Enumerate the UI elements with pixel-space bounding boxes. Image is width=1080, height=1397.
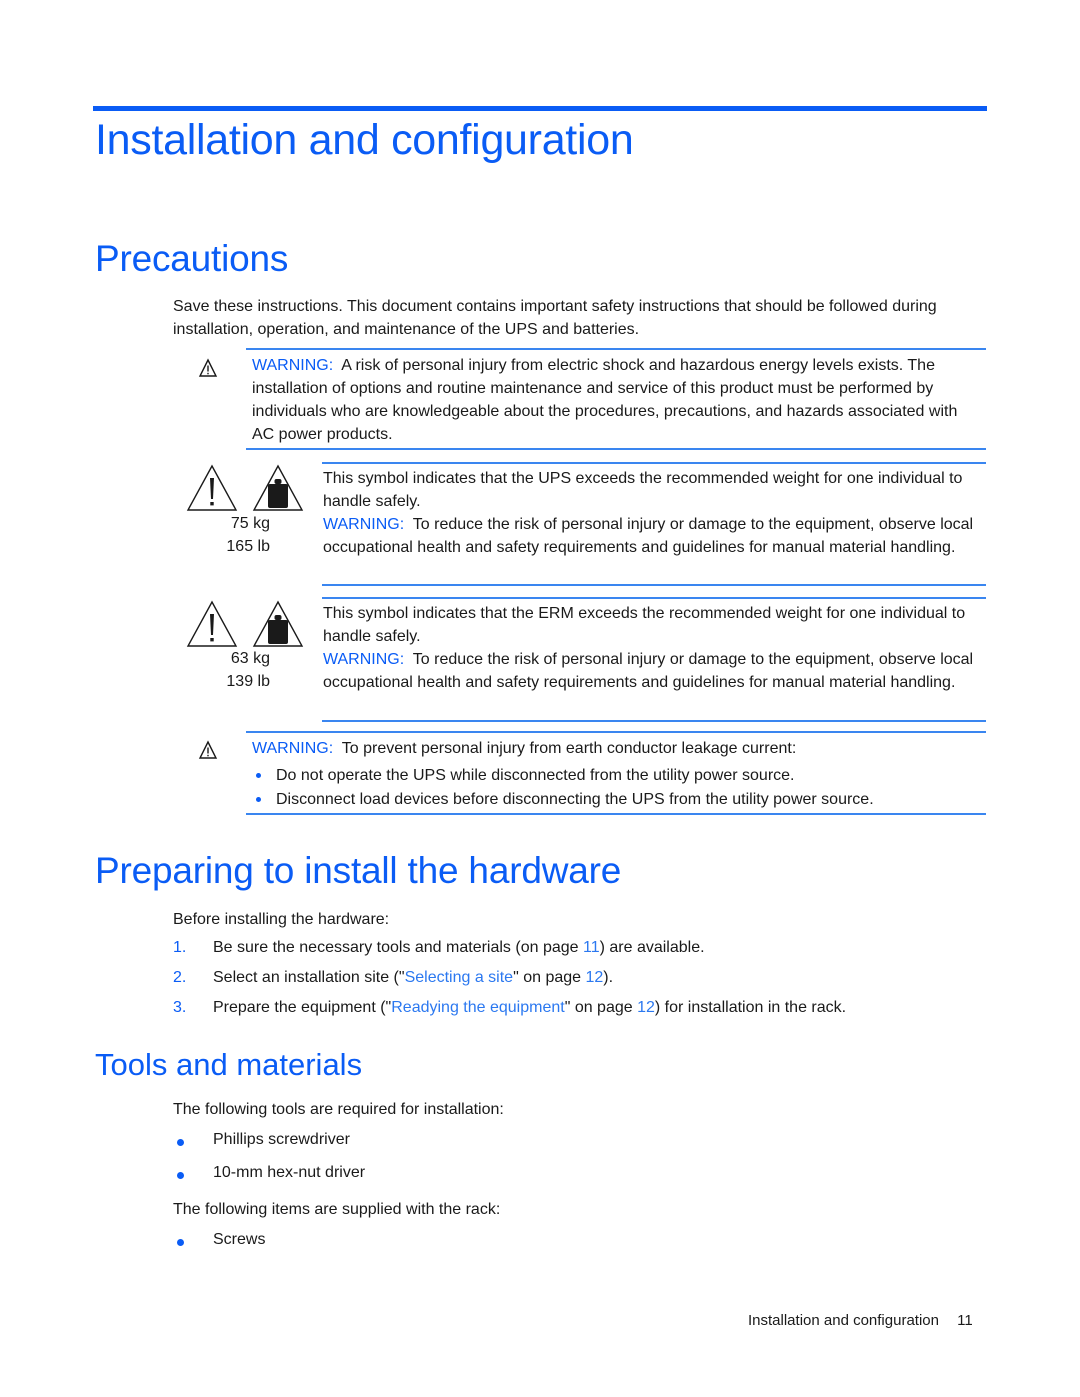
- list-item: Phillips screwdriver: [213, 1131, 350, 1148]
- tools-supplied-intro: The following items are supplied with th…: [173, 1201, 501, 1218]
- weight-lb: 139 lb: [226, 673, 270, 690]
- weight-triangle-icon: [252, 600, 304, 647]
- list-item: Screws: [213, 1231, 266, 1248]
- list-item: Disconnect load devices before disconnec…: [276, 791, 874, 808]
- step-number: 2.: [173, 969, 187, 986]
- step-number: 3.: [173, 999, 187, 1016]
- weight-triangle-icon: [252, 464, 304, 511]
- step-text: Be sure the necessary tools and material…: [213, 939, 583, 956]
- footer: Installation and configuration 11: [748, 1312, 973, 1329]
- rule: [246, 731, 986, 733]
- step-text: ) for installation in the rack.: [654, 999, 847, 1016]
- page-link[interactable]: 12: [585, 969, 603, 986]
- warning-text: To prevent personal injury from earth co…: [341, 740, 797, 757]
- preparing-heading: Preparing to install the hardware: [95, 850, 622, 891]
- tools-heading: Tools and materials: [95, 1047, 363, 1082]
- rule: [246, 448, 986, 450]
- step-text: Prepare the equipment (": [213, 999, 392, 1016]
- tools-required-intro: The following tools are required for ins…: [173, 1101, 504, 1118]
- weight-block-erm: This symbol indicates that the ERM excee…: [323, 602, 983, 694]
- warning-text: A risk of personal injury from electric …: [252, 357, 958, 443]
- weight-warning-icons: [186, 600, 304, 647]
- precautions-intro: Save these instructions. This document c…: [173, 298, 937, 338]
- symbol-text: This symbol indicates that the UPS excee…: [323, 470, 963, 510]
- readying-the-equipment-link[interactable]: Readying the equipment: [391, 999, 564, 1016]
- bullet-icon: [256, 797, 261, 802]
- rule: [322, 584, 986, 586]
- list-item: Do not operate the UPS while disconnecte…: [276, 767, 795, 784]
- step-text: Select an installation site (": [213, 969, 405, 986]
- page-title: Installation and configuration: [95, 116, 634, 164]
- step-text: ) are available.: [599, 939, 705, 956]
- page-link[interactable]: 12: [637, 999, 655, 1016]
- step-text: " on page: [564, 999, 638, 1016]
- warning-block-1: WARNING: A risk of personal injury from …: [252, 354, 982, 446]
- preparing-intro: Before installing the hardware:: [173, 911, 390, 928]
- symbol-text: This symbol indicates that the ERM excee…: [323, 605, 966, 645]
- top-rule: [93, 106, 987, 111]
- warning-triangle-icon: [198, 740, 218, 759]
- step-item: 3. Prepare the equipment ("Readying the …: [0, 999, 1080, 1023]
- warning-text: To reduce the risk of personal injury or…: [323, 516, 974, 556]
- warning-label: WARNING:: [323, 651, 405, 668]
- rule: [246, 348, 986, 350]
- selecting-a-site-link[interactable]: Selecting a site: [405, 969, 514, 986]
- bullet-icon: [177, 1239, 184, 1246]
- bullet-icon: [177, 1139, 184, 1146]
- weight-lb: 165 lb: [226, 538, 270, 555]
- weight-block-ups: This symbol indicates that the UPS excee…: [323, 467, 983, 559]
- rule: [246, 813, 986, 815]
- bullet-icon: [256, 773, 261, 778]
- warning-label: WARNING:: [323, 516, 405, 533]
- step-number: 1.: [173, 939, 187, 956]
- page-link[interactable]: 11: [583, 939, 600, 956]
- warning-text: To reduce the risk of personal injury or…: [323, 651, 974, 691]
- step-text: ).: [603, 969, 614, 986]
- weight-kg: 75 kg: [230, 515, 270, 532]
- exclamation-triangle-icon: [186, 464, 238, 511]
- step-item: 2. Select an installation site ("Selecti…: [0, 969, 1080, 993]
- warning-label: WARNING:: [252, 357, 334, 374]
- rule: [322, 462, 986, 464]
- rule: [322, 597, 986, 599]
- warning-triangle-icon: [198, 358, 218, 377]
- weight-kg: 63 kg: [230, 650, 270, 667]
- warning-label: WARNING:: [252, 740, 334, 757]
- precautions-heading: Precautions: [95, 238, 289, 279]
- step-text: " on page: [513, 969, 586, 986]
- warning-block-2: WARNING: To prevent personal injury from…: [252, 737, 982, 760]
- weight-warning-icons: [186, 464, 304, 511]
- bullet-icon: [177, 1172, 184, 1179]
- exclamation-triangle-icon: [186, 600, 238, 647]
- rule: [322, 720, 986, 722]
- list-item: 10-mm hex-nut driver: [213, 1164, 366, 1181]
- footer-section: Installation and configuration: [748, 1312, 939, 1329]
- footer-page-number: 11: [957, 1312, 973, 1329]
- step-item: 1. Be sure the necessary tools and mater…: [0, 939, 1080, 963]
